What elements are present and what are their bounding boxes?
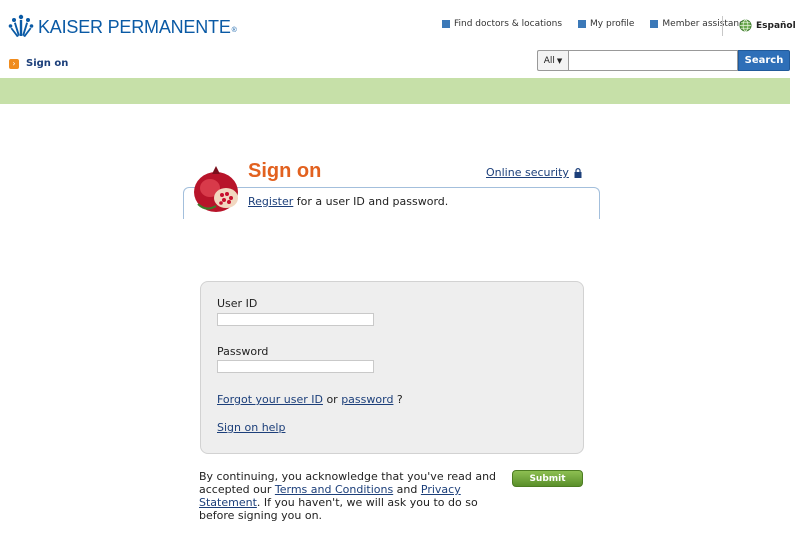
question-mark: ?: [393, 393, 403, 406]
globe-icon: [739, 19, 752, 32]
login-form: User ID Password Forgot your user ID or …: [200, 281, 584, 454]
forgot-user-id-link[interactable]: Forgot your user ID: [217, 393, 323, 406]
search-scope-value: All: [543, 55, 555, 66]
search-button[interactable]: Search: [738, 50, 790, 71]
search-input[interactable]: [568, 50, 738, 71]
search-scope-dropdown[interactable]: All ▼: [537, 50, 568, 71]
search-bar: All ▼ Search: [537, 50, 790, 71]
nav-my-profile[interactable]: My profile: [578, 19, 634, 29]
kaiser-logo[interactable]: KAISER PERMANENTE ®: [8, 14, 237, 40]
brand-name: KAISER PERMANENTE: [38, 16, 231, 37]
top-nav: Find doctors & locations My profile Memb…: [442, 19, 766, 29]
nav-find-doctors-label: Find doctors & locations: [454, 19, 563, 29]
registered-mark: ®: [231, 26, 237, 34]
user-id-label: User ID: [217, 297, 258, 310]
kaiser-logo-icon: [8, 14, 34, 38]
nav-my-profile-label: My profile: [590, 19, 635, 29]
password-label: Password: [217, 345, 269, 358]
nav-member-assistance-label: Member assistance: [662, 19, 750, 29]
nav-member-assistance[interactable]: Member assistance: [650, 19, 750, 29]
nav-divider: [722, 16, 723, 36]
forgot-password-link[interactable]: password: [341, 393, 393, 406]
user-id-input[interactable]: [217, 313, 374, 326]
square-bullet-icon: [578, 20, 587, 28]
caret-down-icon: ▼: [556, 56, 563, 65]
pomegranate-icon: [194, 166, 238, 212]
square-bullet-icon: [650, 20, 659, 28]
submit-button[interactable]: Submit: [512, 470, 583, 487]
lock-icon: [574, 167, 582, 178]
online-security[interactable]: Online security: [486, 166, 582, 179]
square-bullet-icon: [442, 20, 450, 28]
green-banner: [0, 78, 790, 104]
register-text: for a user ID and password.: [293, 195, 449, 208]
nav-find-doctors[interactable]: Find doctors & locations: [442, 19, 562, 29]
online-security-link[interactable]: Online security: [486, 166, 569, 179]
arrow-right-icon: ›: [9, 58, 19, 69]
register-line: Register for a user ID and password.: [248, 195, 448, 208]
language-toggle[interactable]: Español: [739, 19, 796, 32]
language-label: Español: [756, 20, 796, 31]
forgot-credentials: Forgot your user ID or password ?: [217, 393, 403, 406]
terms-link[interactable]: Terms and Conditions: [275, 483, 393, 496]
sign-on-help: Sign on help: [217, 421, 285, 434]
or-text: or: [322, 393, 342, 406]
page-title: Sign on: [248, 160, 322, 182]
sign-on-help-link[interactable]: Sign on help: [217, 421, 285, 434]
breadcrumb-sign-on[interactable]: Sign on: [26, 58, 68, 69]
register-link[interactable]: Register: [248, 195, 293, 208]
legal-and: and: [393, 483, 421, 496]
legal-text: By continuing, you acknowledge that you'…: [199, 470, 499, 522]
password-input[interactable]: [217, 360, 374, 373]
breadcrumb: › Sign on: [9, 58, 68, 69]
